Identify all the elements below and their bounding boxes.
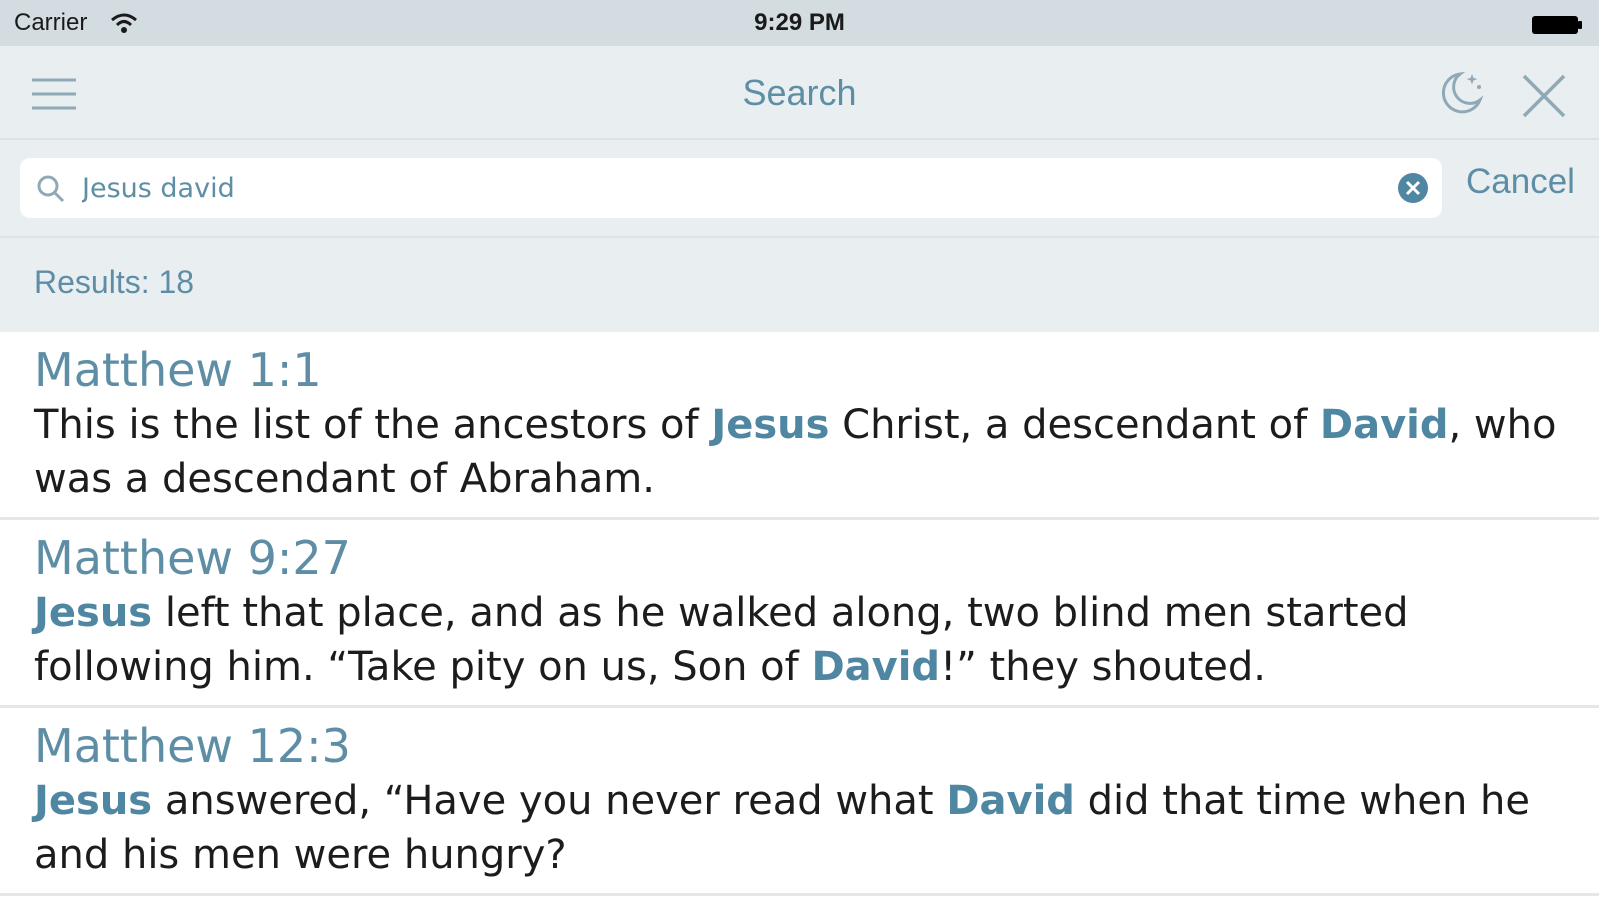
verse-reference: Matthew 12:3 (34, 719, 351, 773)
close-icon[interactable] (1520, 72, 1568, 120)
search-highlight: David (811, 644, 941, 690)
verse-text-segment: !” they shouted. (940, 644, 1266, 690)
search-input[interactable] (82, 158, 1382, 218)
results-count: Results: 18 (34, 264, 195, 300)
verse-reference: Matthew 9:27 (34, 531, 351, 585)
search-highlight: Jesus (34, 778, 153, 824)
search-highlight: Jesus (34, 590, 153, 636)
navigation-bar: Search (0, 46, 1599, 140)
results-header: Results: 18 (0, 236, 1599, 332)
battery-icon (1532, 16, 1582, 34)
search-bar: Cancel (0, 140, 1599, 236)
page-title: Search (742, 72, 857, 113)
verse-text-segment: This is the list of the ancestors of (34, 402, 712, 448)
clear-circle-icon[interactable] (1396, 171, 1430, 205)
result-item[interactable]: Matthew 12:3 Jesus answered, “Have you n… (0, 708, 1599, 896)
result-item[interactable]: Matthew 9:27 Jesus left that place, and … (0, 520, 1599, 708)
moon-stars-icon[interactable] (1436, 68, 1486, 118)
search-highlight: Jesus (711, 402, 830, 448)
verse-text-segment: Christ, a descendant of (829, 402, 1320, 448)
magnifier-icon (37, 175, 65, 203)
verse-reference: Matthew 1:1 (34, 343, 322, 397)
verse-text: Jesus left that place, and as he walked … (34, 586, 1564, 694)
status-time: 9:29 PM (754, 9, 845, 36)
status-bar: Carrier 9:29 PM (0, 0, 1599, 46)
verse-text: This is the list of the ancestors of Jes… (34, 398, 1564, 506)
verse-text-segment: answered, “Have you never read what (152, 778, 947, 824)
search-highlight: David (1319, 402, 1449, 448)
results-list: Matthew 1:1 This is the list of the ance… (0, 332, 1599, 900)
search-field[interactable] (20, 158, 1442, 218)
verse-text: Jesus answered, “Have you never read wha… (34, 774, 1564, 882)
result-item[interactable]: Matthew 1:1 This is the list of the ance… (0, 332, 1599, 520)
cancel-button[interactable]: Cancel (1466, 162, 1575, 202)
search-highlight: David (946, 778, 1075, 824)
